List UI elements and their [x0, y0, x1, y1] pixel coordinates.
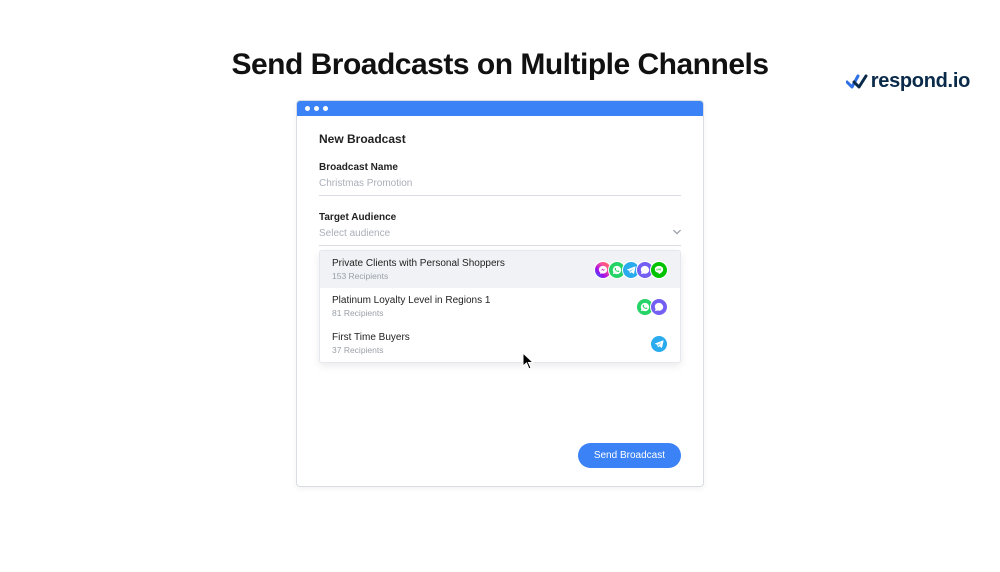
broadcast-name-label: Broadcast Name — [319, 162, 681, 173]
window-dot-icon — [314, 106, 319, 111]
audience-option-recipients: 153 Recipients — [332, 271, 505, 281]
target-audience-label: Target Audience — [319, 212, 681, 223]
brand-logo: respond.io — [846, 70, 970, 93]
audience-option-name: First Time Buyers — [332, 332, 410, 343]
audience-option-name: Private Clients with Personal Shoppers — [332, 258, 505, 269]
line-icon — [650, 261, 668, 279]
send-broadcast-button[interactable]: Send Broadcast — [578, 443, 681, 468]
channel-stack — [650, 335, 668, 353]
audience-dropdown: Private Clients with Personal Shoppers 15… — [319, 250, 681, 363]
chevron-down-icon — [673, 228, 681, 239]
broadcast-name-input[interactable]: Christmas Promotion — [319, 173, 681, 196]
brand-name: respond.io — [871, 70, 970, 93]
brand-mark-icon — [846, 74, 868, 90]
target-audience-select[interactable]: Select audience — [319, 223, 681, 246]
channel-stack — [594, 261, 668, 279]
broadcast-window: New Broadcast Broadcast Name Christmas P… — [296, 100, 704, 487]
audience-option[interactable]: Private Clients with Personal Shoppers 15… — [320, 251, 680, 288]
select-placeholder: Select audience — [319, 228, 390, 239]
viber-icon — [650, 298, 668, 316]
audience-option[interactable]: First Time Buyers 37 Recipients — [320, 325, 680, 362]
audience-option-recipients: 81 Recipients — [332, 308, 490, 318]
window-title: New Broadcast — [319, 132, 681, 146]
audience-option[interactable]: Platinum Loyalty Level in Regions 1 81 Re… — [320, 288, 680, 325]
telegram-icon — [650, 335, 668, 353]
audience-option-recipients: 37 Recipients — [332, 345, 410, 355]
window-dot-icon — [305, 106, 310, 111]
window-titlebar — [297, 101, 703, 116]
channel-stack — [636, 298, 668, 316]
audience-option-name: Platinum Loyalty Level in Regions 1 — [332, 295, 490, 306]
window-dot-icon — [323, 106, 328, 111]
